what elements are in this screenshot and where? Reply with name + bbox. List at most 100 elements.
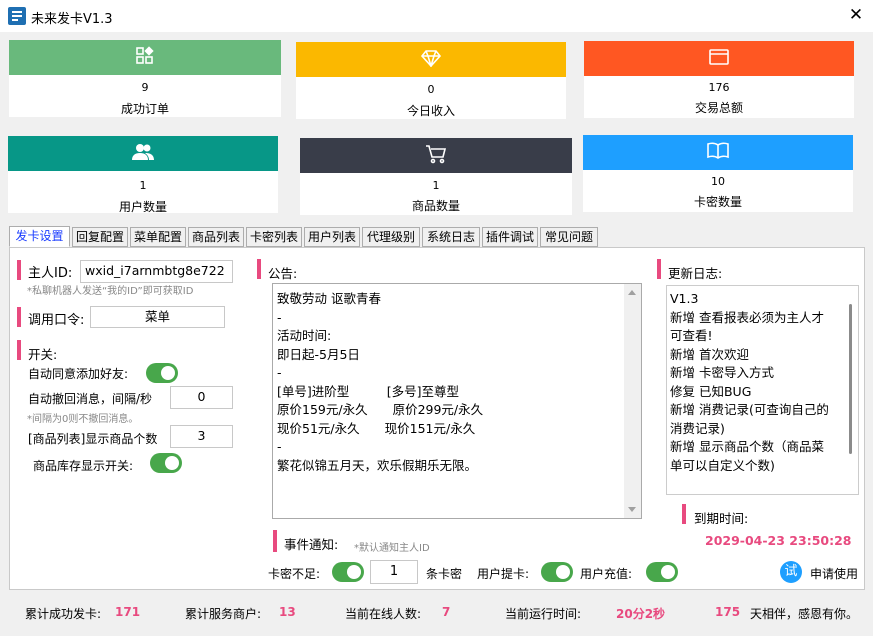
notice-line: [单号]进阶型 [多号]至尊型 — [277, 383, 460, 399]
events-hint: *默认通知主人ID — [354, 543, 430, 554]
user-recharge-toggle[interactable] — [646, 562, 678, 582]
notice-label: 公告: — [268, 266, 298, 281]
show-count-label: [商品列表]显示商品个数 — [28, 432, 158, 446]
stat-label: 用户数量 — [118, 200, 167, 214]
tab-reply-config[interactable]: 回复配置 — [72, 227, 128, 247]
window-title: 未来发卡V1.3 — [31, 12, 113, 27]
notice-line: 活动时间: — [277, 328, 332, 343]
changelog-content: V1.3 新增 查看报表必须为主人才 可查看! 新增 首次欢迎 新增 卡密导入方… — [667, 286, 858, 479]
stock-switch-toggle[interactable] — [150, 453, 182, 473]
stat-bar — [300, 138, 572, 173]
users-icon — [131, 143, 155, 164]
stock-switch-label: 商品库存显示开关: — [33, 459, 134, 473]
stat-card-cards: 10 卡密数量 — [583, 135, 853, 212]
stat-label: 今日收入 — [406, 104, 455, 118]
total-cards-value: 171 — [115, 605, 141, 619]
tab-plugin-debug[interactable]: 插件调试 — [482, 227, 538, 247]
notice-line: 现价51元/永久 现价151元/永久 — [277, 420, 476, 436]
changelog-line: 新增 显示商品个数（商品菜 — [670, 439, 824, 454]
card-unit-label: 条卡密 — [426, 567, 463, 581]
stat-bar — [8, 136, 278, 171]
changelog-line: 新增 首次欢迎 — [670, 346, 749, 362]
tab-faq[interactable]: 常见问题 — [540, 227, 598, 247]
owner-id-hint: *私聊机器人发送“我的ID”即可获取ID — [27, 286, 194, 297]
apps-icon — [135, 46, 155, 69]
recall-interval-input[interactable]: 0 — [170, 386, 233, 409]
stat-label: 成功订单 — [120, 102, 169, 116]
settings-panel: 主人ID: wxid_i7arnmbtg8e722 *私聊机器人发送“我的ID”… — [9, 247, 865, 590]
expire-label: 到期时间: — [694, 511, 749, 526]
stat-card-users: 1 用户数量 — [8, 136, 278, 214]
stat-bar — [296, 42, 566, 77]
tab-system-log[interactable]: 系统日志 — [422, 227, 480, 247]
days-text: 天相伴，感恩有你。 — [750, 607, 859, 621]
stat-bar — [9, 40, 281, 75]
stat-value: 9 — [141, 81, 149, 94]
runtime-value: 20分2秒 — [616, 607, 666, 621]
stat-bar — [583, 135, 853, 170]
changelog-scrollbar[interactable] — [844, 286, 858, 494]
changelog-line: 修复 已知BUG — [670, 383, 752, 399]
scroll-thumb[interactable] — [849, 304, 852, 454]
total-cards-label: 累计成功发卡: — [25, 607, 102, 621]
scroll-up-icon[interactable] — [628, 290, 636, 295]
stat-label: 卡密数量 — [693, 195, 742, 209]
card-short-toggle[interactable] — [332, 562, 364, 582]
diamond-icon — [420, 49, 442, 70]
notice-textarea[interactable]: 致敬劳动 讴歌青春 - 活动时间: 即日起-5月5日 - [单号]进阶型 [多号… — [272, 283, 642, 519]
window-icon — [709, 49, 729, 68]
runtime-label: 当前运行时间: — [505, 607, 582, 621]
notice-line: 原价159元/永久 原价299元/永久 — [277, 402, 484, 417]
title-bar: 未来发卡V1.3 ✕ — [0, 0, 873, 32]
show-count-input[interactable]: 3 — [170, 425, 233, 448]
book-icon — [707, 142, 729, 163]
section-marker — [273, 530, 277, 552]
user-withdraw-label: 用户提卡: — [477, 567, 530, 581]
scroll-down-icon[interactable] — [628, 507, 636, 512]
auto-recall-label: 自动撤回消息，间隔/秒 — [28, 392, 153, 406]
switch-label: 开关: — [28, 347, 58, 362]
card-short-input[interactable]: 1 — [370, 560, 418, 584]
merchants-value: 13 — [279, 605, 296, 619]
tab-agent-level[interactable]: 代理级别 — [362, 227, 420, 247]
stat-bar — [584, 41, 854, 76]
stat-value: 1 — [432, 179, 440, 192]
user-recharge-label: 用户充值: — [580, 567, 633, 581]
days-value: 175 — [715, 605, 741, 619]
user-withdraw-toggle[interactable] — [541, 562, 573, 582]
close-button[interactable]: ✕ — [844, 4, 868, 26]
merchants-label: 累计服务商户: — [185, 607, 262, 621]
changelog-line: 消费记录) — [670, 420, 725, 436]
notice-scrollbar[interactable] — [624, 284, 641, 518]
changelog-line: 可查看! — [670, 328, 713, 343]
trial-icon[interactable]: 试 — [780, 561, 802, 583]
notice-line: - — [277, 309, 282, 325]
stat-card-income: 0 今日收入 — [296, 42, 566, 119]
auto-accept-toggle[interactable] — [146, 363, 178, 383]
changelog-textarea[interactable]: V1.3 新增 查看报表必须为主人才 可查看! 新增 首次欢迎 新增 卡密导入方… — [666, 285, 859, 495]
stat-card-total: 176 交易总额 — [584, 41, 854, 118]
command-label: 调用口令: — [28, 313, 85, 328]
owner-id-input[interactable]: wxid_i7arnmbtg8e722 — [80, 260, 233, 283]
command-input[interactable]: 菜单 — [90, 306, 225, 328]
apply-trial-link[interactable]: 申请使用 — [810, 565, 858, 582]
stat-label: 交易总额 — [694, 101, 743, 115]
tab-product-list[interactable]: 商品列表 — [188, 227, 244, 247]
notice-line: 致敬劳动 讴歌青春 — [277, 291, 381, 306]
tab-menu-config[interactable]: 菜单配置 — [130, 227, 186, 247]
tab-card-settings[interactable]: 发卡设置 — [9, 226, 70, 247]
notice-line: - — [277, 365, 282, 380]
section-marker — [17, 340, 21, 360]
card-short-label: 卡密不足: — [268, 567, 321, 581]
changelog-line: V1.3 — [670, 291, 699, 306]
tab-card-list[interactable]: 卡密列表 — [246, 227, 302, 247]
notice-line: 即日起-5月5日 — [277, 346, 360, 362]
notice-line: - — [277, 439, 282, 454]
online-value: 7 — [442, 605, 451, 619]
recall-hint: *间隔为0则不撤回消息。 — [27, 414, 139, 425]
changelog-line: 单可以自定义个数) — [670, 457, 775, 473]
section-marker — [657, 259, 661, 279]
changelog-line: 新增 卡密导入方式 — [670, 365, 774, 380]
tab-user-list[interactable]: 用户列表 — [304, 227, 360, 247]
events-label: 事件通知: — [284, 537, 339, 552]
